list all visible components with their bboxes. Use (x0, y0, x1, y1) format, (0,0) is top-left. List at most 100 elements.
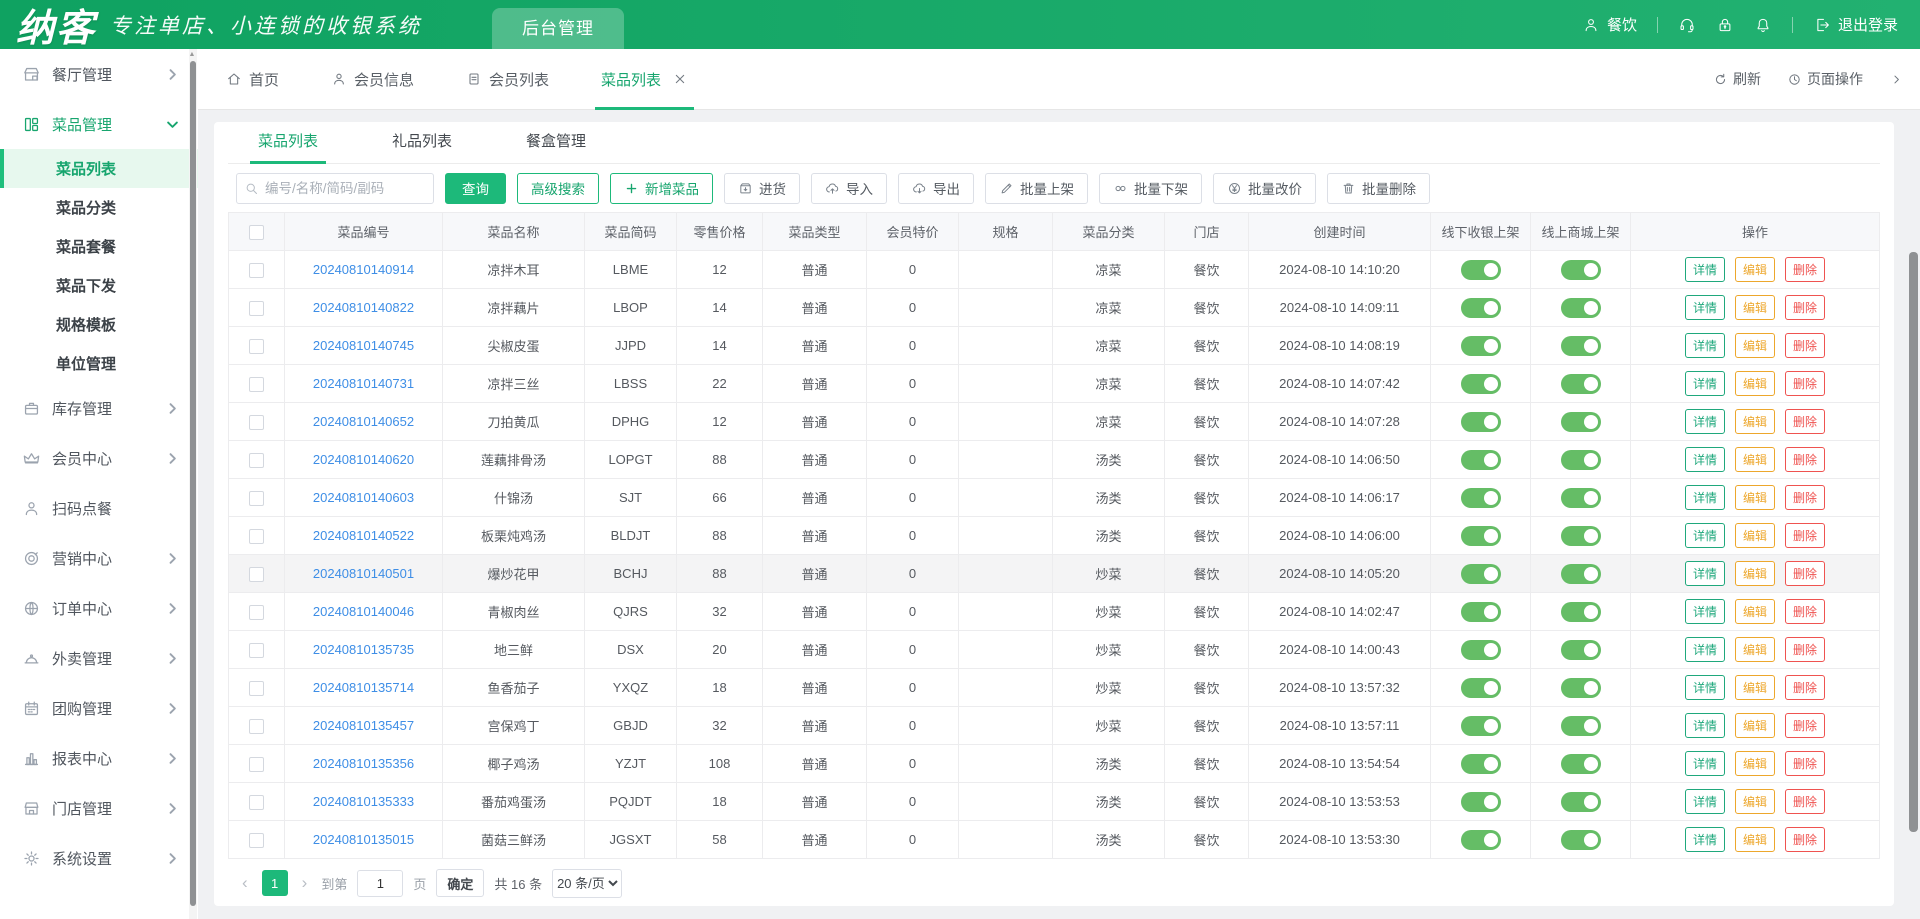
edit-button[interactable]: 编辑 (1735, 371, 1775, 396)
edit-button[interactable]: 编辑 (1735, 333, 1775, 358)
detail-button[interactable]: 详情 (1685, 371, 1725, 396)
sidebar-item-会员中心[interactable]: 会员中心 (0, 433, 198, 483)
offline-shelf-toggle[interactable] (1461, 830, 1501, 850)
dish-id-link[interactable]: 20240810140501 (313, 566, 414, 581)
offline-shelf-toggle[interactable] (1461, 678, 1501, 698)
row-checkbox[interactable] (249, 377, 264, 392)
offline-shelf-toggle[interactable] (1461, 298, 1501, 318)
批量删除-button[interactable]: 批量删除 (1327, 173, 1430, 204)
dish-id-link[interactable]: 20240810140652 (313, 414, 414, 429)
edit-button[interactable]: 编辑 (1735, 751, 1775, 776)
current-user[interactable]: 餐饮 (1582, 14, 1637, 35)
online-shelf-toggle[interactable] (1561, 830, 1601, 850)
expand-chevron-right-icon[interactable] (1889, 72, 1904, 87)
dish-id-link[interactable]: 20240810140731 (313, 376, 414, 391)
breadcrumb-tab-首页[interactable]: 首页 (226, 49, 279, 110)
sidebar-scrollbar-thumb[interactable] (190, 61, 196, 906)
offline-shelf-toggle[interactable] (1461, 374, 1501, 394)
page-ops-button[interactable]: 页面操作 (1787, 69, 1863, 89)
offline-shelf-toggle[interactable] (1461, 716, 1501, 736)
高级搜索-button[interactable]: 高级搜索 (517, 173, 599, 204)
dish-id-link[interactable]: 20240810135735 (313, 642, 414, 657)
online-shelf-toggle[interactable] (1561, 260, 1601, 280)
tab-餐盒管理[interactable]: 餐盒管理 (518, 130, 594, 163)
prev-page-button[interactable]: ‹ (238, 873, 252, 893)
detail-button[interactable]: 详情 (1685, 675, 1725, 700)
edit-button[interactable]: 编辑 (1735, 485, 1775, 510)
row-checkbox[interactable] (249, 795, 264, 810)
delete-button[interactable]: 删除 (1785, 371, 1825, 396)
delete-button[interactable]: 删除 (1785, 523, 1825, 548)
edit-button[interactable]: 编辑 (1735, 827, 1775, 852)
select-all-checkbox[interactable] (249, 225, 264, 240)
content-scrollbar[interactable] (1909, 174, 1918, 913)
goto-page-input[interactable] (357, 870, 403, 897)
offline-shelf-toggle[interactable] (1461, 640, 1501, 660)
dish-id-link[interactable]: 20240810140745 (313, 338, 414, 353)
detail-button[interactable]: 详情 (1685, 485, 1725, 510)
tab-礼品列表[interactable]: 礼品列表 (384, 130, 460, 163)
delete-button[interactable]: 删除 (1785, 751, 1825, 776)
sidebar-item-扫码点餐[interactable]: 扫码点餐 (0, 483, 198, 533)
sidebar-item-外卖管理[interactable]: 外卖管理 (0, 633, 198, 683)
online-shelf-toggle[interactable] (1561, 374, 1601, 394)
logout-button[interactable]: 退出登录 (1813, 14, 1898, 35)
row-checkbox[interactable] (249, 529, 264, 544)
dish-id-link[interactable]: 20240810140522 (313, 528, 414, 543)
sidebar-item-菜品下发[interactable]: 菜品下发 (0, 266, 198, 305)
row-checkbox[interactable] (249, 415, 264, 430)
offline-shelf-toggle[interactable] (1461, 336, 1501, 356)
dish-id-link[interactable]: 20240810140914 (313, 262, 414, 277)
row-checkbox[interactable] (249, 757, 264, 772)
dish-id-link[interactable]: 20240810140822 (313, 300, 414, 315)
sidebar-item-团购管理[interactable]: 团购管理 (0, 683, 198, 733)
sidebar-item-菜品列表[interactable]: 菜品列表 (0, 149, 198, 188)
edit-button[interactable]: 编辑 (1735, 523, 1775, 548)
online-shelf-toggle[interactable] (1561, 526, 1601, 546)
detail-button[interactable]: 详情 (1685, 751, 1725, 776)
dish-id-link[interactable]: 20240810140046 (313, 604, 414, 619)
edit-button[interactable]: 编辑 (1735, 295, 1775, 320)
sidebar-item-菜品分类[interactable]: 菜品分类 (0, 188, 198, 227)
delete-button[interactable]: 删除 (1785, 675, 1825, 700)
edit-button[interactable]: 编辑 (1735, 409, 1775, 434)
row-checkbox[interactable] (249, 263, 264, 278)
online-shelf-toggle[interactable] (1561, 336, 1601, 356)
批量下架-button[interactable]: 批量下架 (1099, 173, 1202, 204)
sidebar-item-餐厅管理[interactable]: 餐厅管理 (0, 49, 198, 99)
online-shelf-toggle[interactable] (1561, 564, 1601, 584)
delete-button[interactable]: 删除 (1785, 333, 1825, 358)
tab-菜品列表[interactable]: 菜品列表 (250, 130, 326, 163)
edit-button[interactable]: 编辑 (1735, 713, 1775, 738)
bell-icon[interactable] (1754, 16, 1772, 34)
online-shelf-toggle[interactable] (1561, 754, 1601, 774)
sidebar-item-单位管理[interactable]: 单位管理 (0, 344, 198, 383)
delete-button[interactable]: 删除 (1785, 295, 1825, 320)
offline-shelf-toggle[interactable] (1461, 564, 1501, 584)
sidebar-item-库存管理[interactable]: 库存管理 (0, 383, 198, 433)
sidebar-item-订单中心[interactable]: 订单中心 (0, 583, 198, 633)
edit-button[interactable]: 编辑 (1735, 789, 1775, 814)
edit-button[interactable]: 编辑 (1735, 675, 1775, 700)
delete-button[interactable]: 删除 (1785, 561, 1825, 586)
edit-button[interactable]: 编辑 (1735, 257, 1775, 282)
delete-button[interactable]: 删除 (1785, 713, 1825, 738)
dish-id-link[interactable]: 20240810135015 (313, 832, 414, 847)
导出-button[interactable]: 导出 (898, 173, 974, 204)
edit-button[interactable]: 编辑 (1735, 599, 1775, 624)
delete-button[interactable]: 删除 (1785, 485, 1825, 510)
detail-button[interactable]: 详情 (1685, 599, 1725, 624)
sidebar-scrollbar[interactable]: ▲ (189, 49, 197, 919)
search-input[interactable] (236, 173, 434, 204)
dish-id-link[interactable]: 20240810135457 (313, 718, 414, 733)
offline-shelf-toggle[interactable] (1461, 602, 1501, 622)
dish-id-link[interactable]: 20240810140620 (313, 452, 414, 467)
detail-button[interactable]: 详情 (1685, 637, 1725, 662)
sidebar-item-规格模板[interactable]: 规格模板 (0, 305, 198, 344)
lock-icon[interactable] (1716, 16, 1734, 34)
online-shelf-toggle[interactable] (1561, 488, 1601, 508)
delete-button[interactable]: 删除 (1785, 257, 1825, 282)
row-checkbox[interactable] (249, 453, 264, 468)
goto-confirm-button[interactable]: 确定 (436, 869, 484, 897)
detail-button[interactable]: 详情 (1685, 409, 1725, 434)
